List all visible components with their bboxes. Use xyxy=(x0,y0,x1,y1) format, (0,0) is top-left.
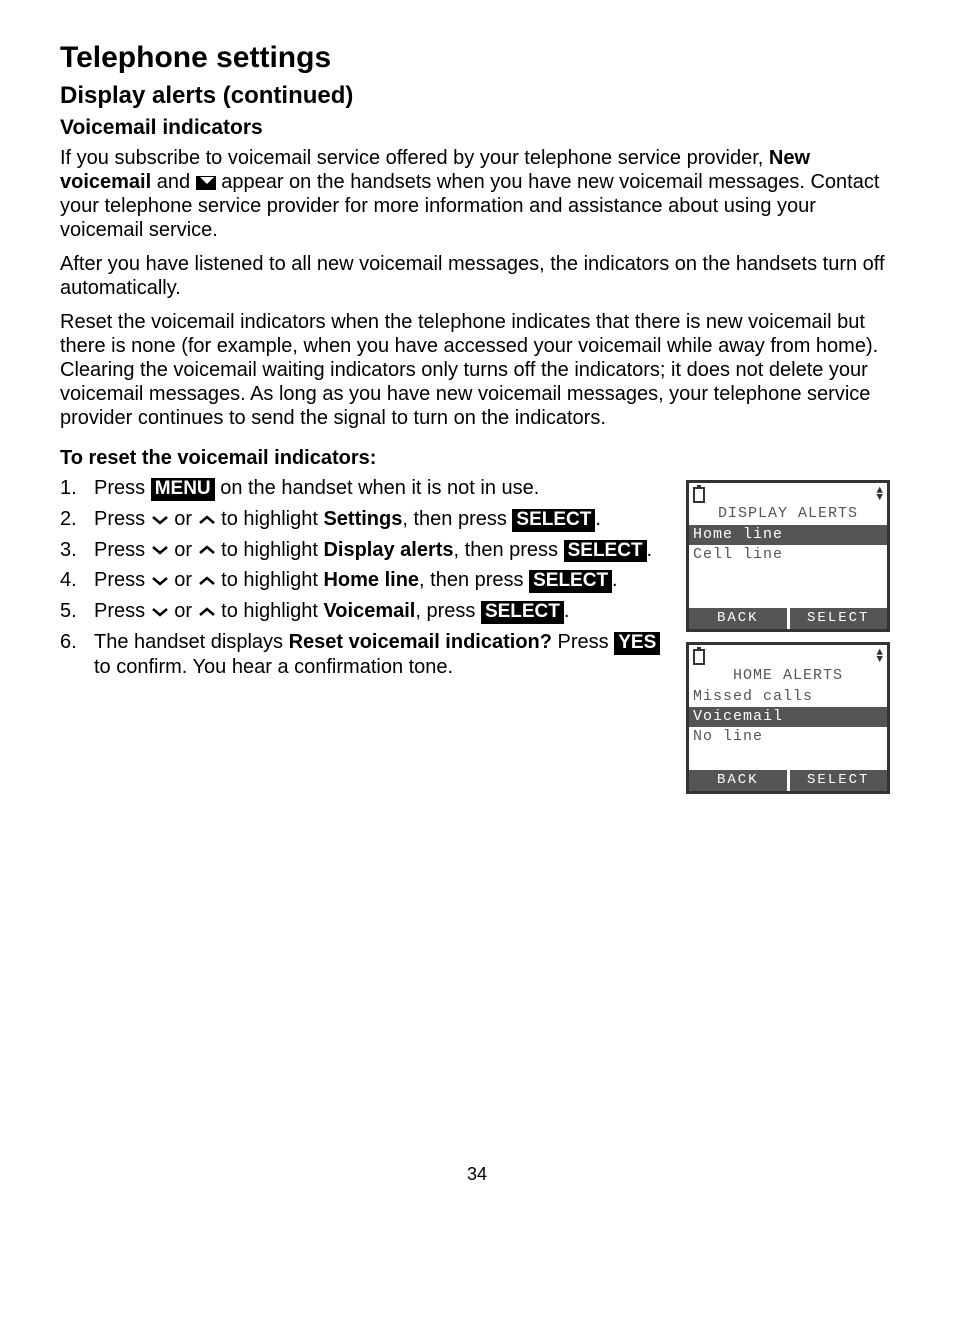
chevron-down-icon xyxy=(151,544,169,556)
list-item: 5. Press or to highlight Voicemail, pres… xyxy=(60,599,666,624)
select-key: SELECT xyxy=(512,509,595,532)
select-key: SELECT xyxy=(529,570,612,593)
chevron-down-icon xyxy=(151,575,169,587)
menu-key: MENU xyxy=(151,478,215,501)
yes-key: YES xyxy=(614,632,660,655)
list-item: 1. Press MENU on the handset when it is … xyxy=(60,476,666,501)
chevron-up-icon xyxy=(198,606,216,618)
select-key: SELECT xyxy=(481,601,564,624)
lcd-screen-home-alerts: ▲▼ HOME ALERTS Missed calls Voicemail No… xyxy=(686,642,890,794)
section-title: Display alerts (continued) xyxy=(60,82,894,111)
envelope-icon xyxy=(196,176,216,190)
chevron-up-icon xyxy=(198,544,216,556)
subsection-title: Voicemail indicators xyxy=(60,115,894,140)
chevron-down-icon xyxy=(151,514,169,526)
select-key: SELECT xyxy=(564,540,647,563)
list-item: 3. Press or to highlight Display alerts,… xyxy=(60,538,666,563)
lcd-row: Cell line xyxy=(689,545,887,565)
list-item: 2. Press or to highlight Settings, then … xyxy=(60,507,666,532)
lcd-row: Missed calls xyxy=(689,687,887,707)
paragraph-3: Reset the voicemail indicators when the … xyxy=(60,310,894,430)
page-title: Telephone settings xyxy=(60,40,894,76)
lcd-title: HOME ALERTS xyxy=(689,667,887,687)
chevron-up-icon xyxy=(198,514,216,526)
paragraph-2: After you have listened to all new voice… xyxy=(60,252,894,300)
lcd-title: DISPLAY ALERTS xyxy=(689,505,887,525)
lcd-row-selected: Home line xyxy=(689,525,887,545)
reset-heading: To reset the voicemail indicators: xyxy=(60,446,894,470)
lcd-row: No line xyxy=(689,727,887,747)
steps-list: 1. Press MENU on the handset when it is … xyxy=(60,476,666,679)
page-number: 34 xyxy=(60,1164,894,1186)
paragraph-1: If you subscribe to voicemail service of… xyxy=(60,146,894,242)
softkey-select: SELECT xyxy=(790,770,888,791)
softkey-select: SELECT xyxy=(790,608,888,629)
softkey-back: BACK xyxy=(689,608,790,629)
chevron-down-icon xyxy=(151,606,169,618)
list-item: 6. The handset displays Reset voicemail … xyxy=(60,630,666,679)
scroll-arrows-icon: ▲▼ xyxy=(876,488,883,502)
list-item: 4. Press or to highlight Home line, then… xyxy=(60,568,666,593)
scroll-arrows-icon: ▲▼ xyxy=(876,650,883,664)
lcd-screen-display-alerts: ▲▼ DISPLAY ALERTS Home line Cell line BA… xyxy=(686,480,890,632)
battery-icon xyxy=(693,649,705,665)
battery-icon xyxy=(693,487,705,503)
lcd-row-selected: Voicemail xyxy=(689,707,887,727)
softkey-back: BACK xyxy=(689,770,790,791)
chevron-up-icon xyxy=(198,575,216,587)
